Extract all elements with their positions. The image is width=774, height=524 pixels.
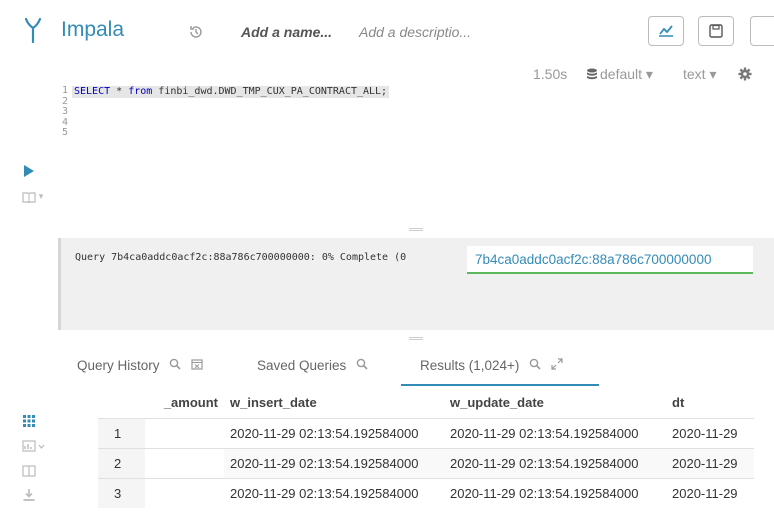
format-selector[interactable]: text ▾ <box>683 66 716 83</box>
query-name-input[interactable]: Add a name... <box>241 24 332 40</box>
sql-editor[interactable]: 1 2 3 4 5 SELECT * from finbi_dwd.DWD_TM… <box>58 85 774 206</box>
snippet-type-menu[interactable]: ▾ <box>22 191 52 205</box>
tab-saved-queries[interactable]: Saved Queries <box>257 358 368 373</box>
sql-keyword: SELECT <box>74 86 111 97</box>
row-number-header <box>98 388 145 418</box>
table-cell <box>145 447 224 478</box>
table-cell: 2020-11-29 02:13:54.192584000 <box>224 477 444 508</box>
row-number: 1 <box>98 417 145 448</box>
expand-icon[interactable] <box>551 358 563 373</box>
table-cell: 2020-11-29 02:13:54.192584000 <box>444 477 666 508</box>
execution-time: 1.50s <box>533 66 568 82</box>
columns-icon[interactable] <box>22 464 36 478</box>
query-status-row: 1.50s default ▾ text ▾ <box>0 66 774 84</box>
chart-icon <box>659 25 673 37</box>
table-row: 2 2020-11-29 02:13:54.192584000 2020-11-… <box>98 447 754 478</box>
log-text: Query 7b4ca0addc0acf2c:88a786c700000000:… <box>75 252 407 263</box>
column-header[interactable]: w_insert_date <box>224 388 444 418</box>
grid-icon[interactable] <box>22 414 36 428</box>
query-log-panel: Query 7b4ca0addc0acf2c:88a786c700000000:… <box>58 238 774 330</box>
query-id-link[interactable]: 7b4ca0addc0acf2c:88a786c700000000 <box>475 252 711 267</box>
calendar-icon[interactable] <box>191 358 203 373</box>
save-button[interactable] <box>698 16 734 46</box>
search-icon[interactable] <box>529 358 541 373</box>
table-row: 1 2020-11-29 02:13:54.192584000 2020-11-… <box>98 417 754 448</box>
database-selector[interactable]: default ▾ <box>600 66 653 83</box>
row-number: 2 <box>98 447 145 478</box>
table-cell <box>145 417 224 448</box>
table-cell: 2020-11-29 <box>666 417 754 448</box>
chevron-down-icon: ▾ <box>38 191 44 201</box>
line-numbers: 1 2 3 4 5 <box>58 85 68 139</box>
search-icon[interactable] <box>169 358 181 373</box>
chart-type-icon[interactable] <box>22 439 46 453</box>
table-row: 3 2020-11-29 02:13:54.192584000 2020-11-… <box>98 477 754 508</box>
more-button[interactable] <box>750 16 774 46</box>
table-cell: 2020-11-29 02:13:54.192584000 <box>224 417 444 448</box>
line-number: 1 <box>61 85 68 96</box>
column-header[interactable]: dt <box>666 388 754 418</box>
table-cell: 2020-11-29 02:13:54.192584000 <box>444 417 666 448</box>
code-line[interactable]: SELECT * from finbi_dwd.DWD_TMP_CUX_PA_C… <box>72 86 390 98</box>
active-tab-indicator <box>401 384 599 386</box>
gear-icon[interactable] <box>738 67 752 81</box>
impala-logo-icon <box>24 17 42 44</box>
line-number: 3 <box>61 106 68 117</box>
column-header[interactable]: w_update_date <box>444 388 666 418</box>
book-icon <box>22 192 36 204</box>
column-header[interactable]: _amount <box>145 388 224 418</box>
tab-label: Query History <box>77 358 160 373</box>
table-cell <box>145 477 224 508</box>
search-icon[interactable] <box>356 358 368 373</box>
database-icon <box>587 68 597 80</box>
history-icon[interactable] <box>188 24 204 40</box>
sql-table-name: finbi_dwd.DWD_TMP_CUX_PA_CONTRACT_ALL; <box>152 86 388 97</box>
sql-star: * <box>110 86 129 97</box>
row-number: 3 <box>98 477 145 508</box>
log-resizer[interactable] <box>409 337 423 340</box>
table-cell: 2020-11-29 <box>666 477 754 508</box>
tab-query-history[interactable]: Query History <box>77 358 203 373</box>
result-tabs: Query History Saved Queries Results (1,0… <box>0 350 774 386</box>
table-header-row: _amount w_insert_date w_update_date dt <box>98 388 754 418</box>
play-icon[interactable] <box>23 164 35 178</box>
table-cell: 2020-11-29 02:13:54.192584000 <box>224 447 444 478</box>
tab-label: Saved Queries <box>257 358 347 373</box>
table-cell: 2020-11-29 02:13:54.192584000 <box>444 447 666 478</box>
chart-button[interactable] <box>648 16 684 46</box>
tab-label: Results (1,024+) <box>420 358 520 373</box>
save-icon <box>709 24 723 38</box>
app-title: Impala <box>61 18 125 41</box>
results-table: _amount w_insert_date w_update_date dt 1… <box>98 388 774 508</box>
query-id-tooltip: 7b4ca0addc0acf2c:88a786c700000000 <box>467 246 753 274</box>
line-number: 5 <box>61 127 68 138</box>
download-icon[interactable] <box>22 488 36 502</box>
sql-keyword: from <box>128 86 153 97</box>
query-description-input[interactable]: Add a descriptio... <box>359 24 471 40</box>
table-cell: 2020-11-29 <box>666 447 754 478</box>
app-header: Impala Add a name... Add a descriptio... <box>0 0 774 62</box>
editor-resizer[interactable] <box>409 228 423 231</box>
tab-results[interactable]: Results (1,024+) <box>420 358 563 373</box>
